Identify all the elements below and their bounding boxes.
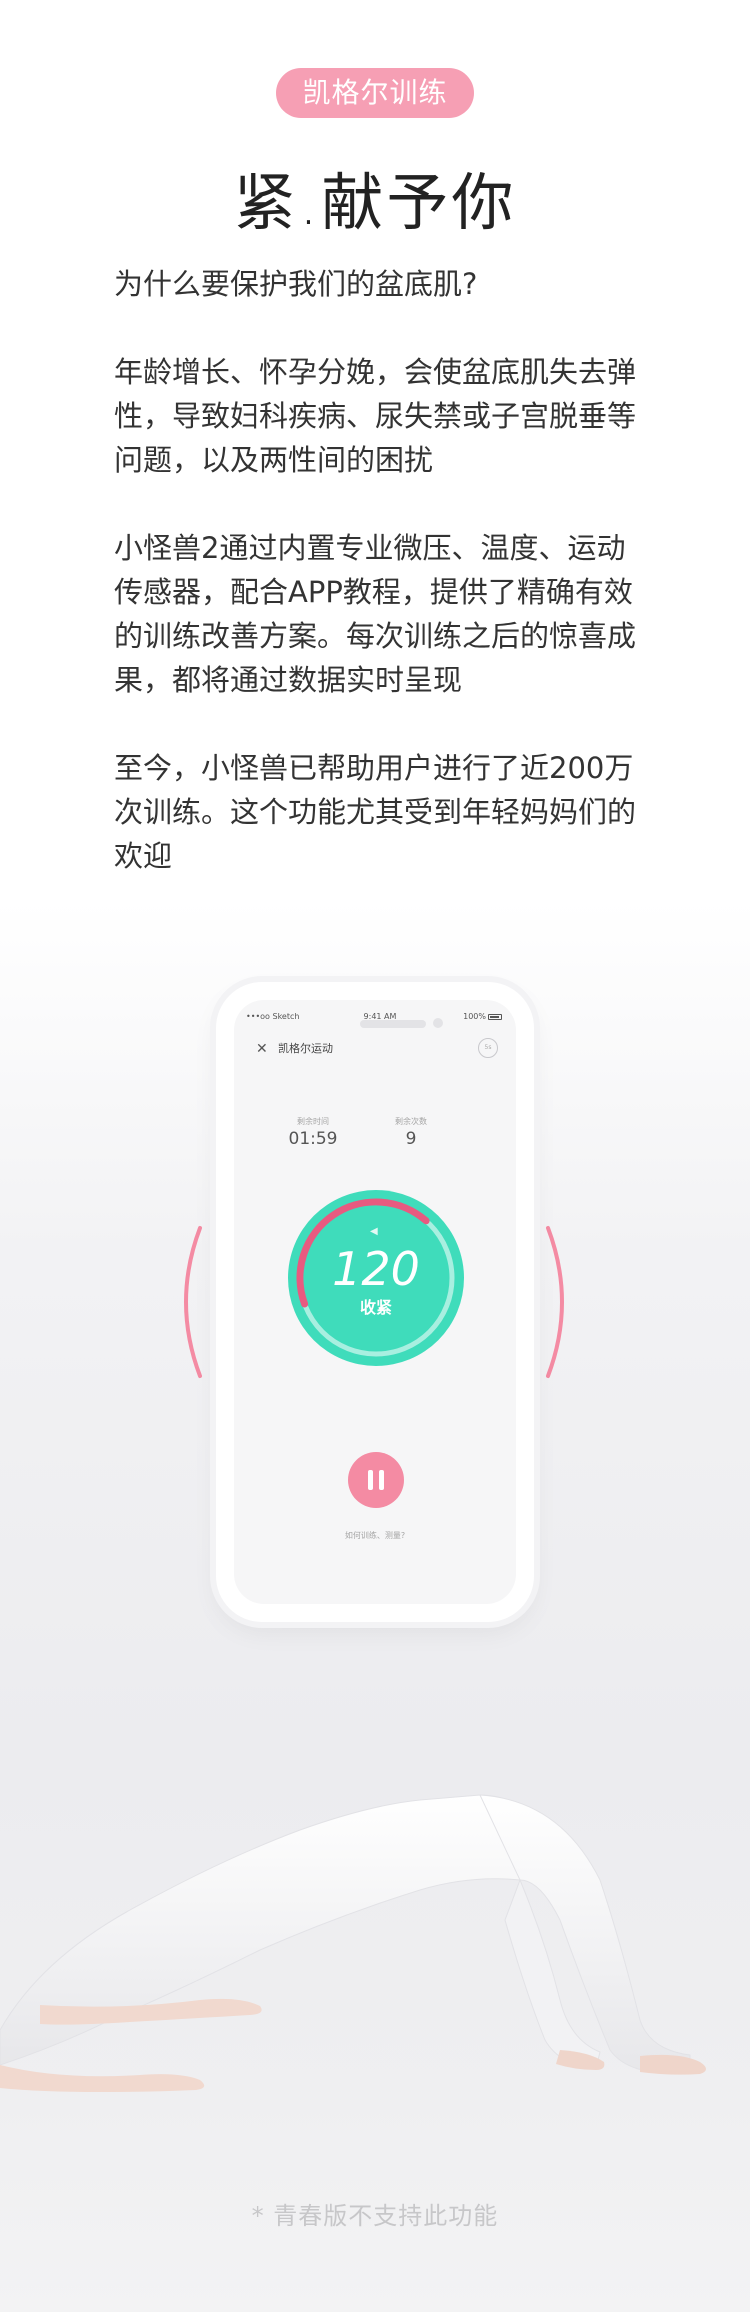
contraction-arc-right [546,1226,564,1378]
woman-bridge-pose-image [0,1794,706,2092]
remaining-count-value: 9 [405,1129,417,1149]
remaining-time-label: 剩余时间 [297,1117,329,1126]
intro-paragraph: 年龄增长、怀孕分娩，会使盆底肌失去弹性，导致妇科疾病、尿失禁或子宫脱垂等问题，以… [114,355,637,477]
training-stats: 剩余时间 01:59 剩余次数 9 [234,1116,516,1156]
carrier-label: •••oo Sketch [246,1012,300,1021]
app-header: ✕ 凯格尔运动 5s [234,1038,516,1068]
pause-icon [368,1470,373,1490]
app-title: 凯格尔运动 [278,1042,333,1055]
battery-icon [488,1013,502,1020]
help-link[interactable]: 如何训练、测量? [234,1530,516,1541]
phone-screen: •••oo Sketch 9:41 AM 100% ✕ 凯格尔运动 5s 剩余时… [234,1000,516,1604]
intro-text: 为什么要保护我们的盆底肌? 年龄增长、怀孕分娩，会使盆底肌失去弹性，导致妇科疾病… [114,262,654,878]
pause-button[interactable] [348,1452,404,1508]
remaining-count-label: 剩余次数 [395,1117,427,1126]
timer-icon[interactable]: 5s [478,1038,498,1058]
phone-mockup: •••oo Sketch 9:41 AM 100% ✕ 凯格尔运动 5s 剩余时… [216,982,534,1622]
intro-paragraph: 小怪兽2通过内置专业微压、温度、运动传感器，配合APP教程，提供了精确有效的训练… [114,531,637,697]
section-tag: 凯格尔训练 [276,68,474,118]
status-bar: •••oo Sketch 9:41 AM 100% [234,1012,516,1028]
battery-status: 100% [463,1012,502,1021]
remaining-count: 剩余次数 9 [366,1116,456,1150]
pause-icon [379,1470,384,1490]
battery-label: 100% [463,1012,486,1021]
footnote: * 青春版不支持此功能 [251,2202,499,2230]
close-icon[interactable]: ✕ [256,1042,268,1056]
page-title: 紧.献予你 [233,166,517,239]
intro-paragraph: 至今，小怪兽已帮助用户进行了近200万次训练。这个功能尤其受到年轻妈妈们的欢迎 [114,751,637,873]
gauge-label: 收紧 [359,1298,392,1317]
volume-icon: ◀ [370,1226,378,1237]
remaining-time-value: 01:59 [288,1129,338,1149]
contraction-arc-left [184,1226,202,1378]
pressure-gauge: ◀ 120 收紧 [284,1186,468,1370]
status-time: 9:41 AM [363,1012,397,1021]
gauge-value: 120 [332,1242,420,1296]
remaining-time: 剩余时间 01:59 [268,1116,358,1150]
intro-question: 为什么要保护我们的盆底肌? [114,267,478,301]
